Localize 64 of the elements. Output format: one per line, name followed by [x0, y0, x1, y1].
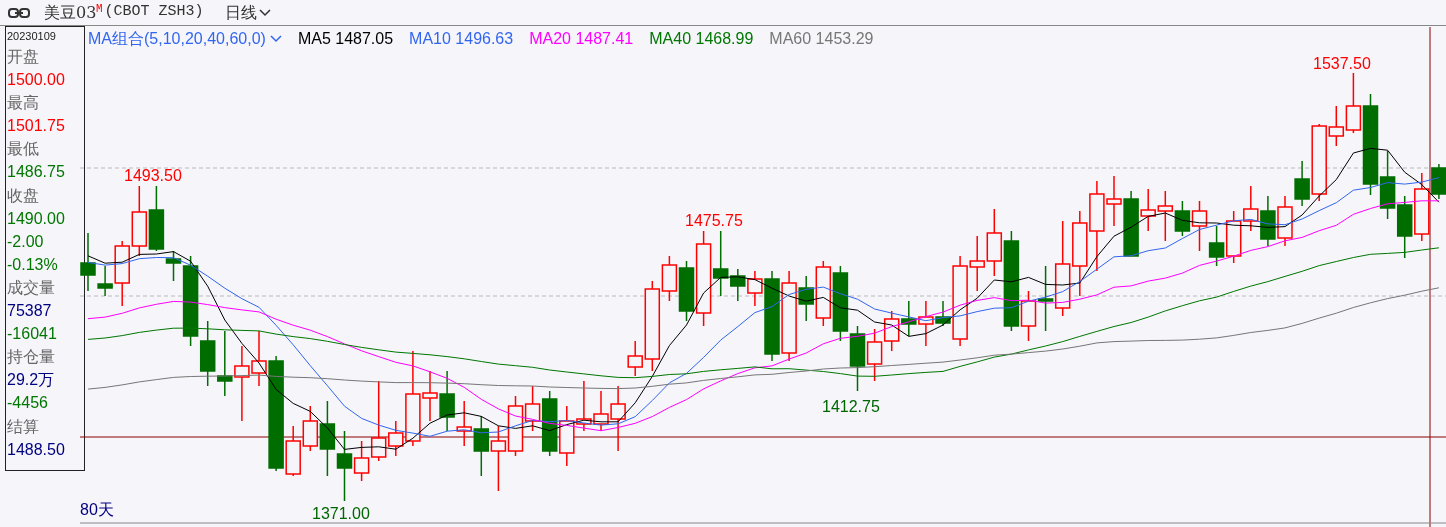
- ma-legend-text: MA5 1487.05: [297, 29, 394, 49]
- ma-legend-text: MA60 1453.29: [769, 29, 874, 49]
- candlestick: [490, 425, 507, 492]
- candlestick: [883, 310, 900, 352]
- candlestick: [1243, 185, 1259, 232]
- candlestick: [541, 390, 558, 457]
- candlestick: [815, 260, 832, 327]
- info-text: -2.00: [7, 231, 45, 252]
- info-text: -16041: [7, 324, 58, 345]
- link-icon[interactable]: [8, 7, 30, 18]
- ma-legend-text: MA10 1496.63: [409, 29, 514, 49]
- info-text: -0.13%: [7, 254, 59, 275]
- candlestick: [1191, 200, 1208, 252]
- info-text: 最低: [7, 139, 40, 160]
- candlestick: [524, 385, 541, 432]
- info-text: 1488.50: [7, 439, 66, 460]
- contract-code: (CBOT ZSH3): [104, 1, 204, 22]
- candlestick: [1396, 195, 1413, 259]
- price-label: 1371.00: [312, 504, 370, 524]
- candlestick: [1260, 195, 1276, 247]
- info-text: 1486.75: [7, 162, 66, 183]
- candlestick: [1174, 200, 1191, 237]
- candlestick: [1157, 190, 1174, 242]
- contract-superscript: M: [96, 1, 103, 14]
- candlestick: [849, 325, 866, 392]
- info-text: 75387: [7, 301, 53, 322]
- candlestick: [473, 415, 490, 477]
- candlestick: [439, 370, 455, 432]
- candlestick: [456, 400, 472, 447]
- candlestick: [559, 405, 575, 467]
- price-label: 1412.75: [822, 397, 880, 417]
- info-text: 持仓量: [7, 347, 56, 368]
- candlestick: [217, 330, 233, 397]
- info-text: 1501.75: [7, 116, 66, 137]
- candlestick: [199, 320, 216, 387]
- info-text: -4456: [7, 393, 49, 414]
- candlestick: [866, 328, 883, 382]
- info-text: 1500.00: [7, 70, 66, 91]
- candlestick: [901, 300, 917, 337]
- candlestick: [1208, 225, 1225, 267]
- price-label: 1475.75: [685, 211, 743, 231]
- info-text: 收盘: [7, 185, 40, 206]
- price-label: 1493.50: [124, 166, 182, 186]
- info-text: 1490.00: [7, 208, 66, 229]
- ma-legend-text: MA20 1487.41: [529, 29, 634, 49]
- period-dropdown[interactable]: 日线: [225, 0, 272, 25]
- chevron-down-icon: [259, 8, 272, 17]
- info-text: 开盘: [7, 47, 40, 67]
- chevron-down-icon: [269, 35, 282, 43]
- candlestick: [1225, 210, 1242, 264]
- ma-legend-text: MA40 1468.99: [649, 29, 754, 49]
- info-text: 最高: [7, 93, 40, 114]
- range-label: 80天: [80, 500, 114, 520]
- date-label: 20230109: [7, 29, 57, 44]
- info-text: 成交量: [7, 277, 56, 298]
- contract-name: 美豆03: [44, 1, 97, 24]
- info-text: 29.2万: [7, 370, 56, 391]
- candlestick: [507, 395, 524, 457]
- candlestick: [131, 185, 148, 257]
- candlestick: [576, 380, 592, 432]
- price-label: 1537.50: [1313, 54, 1371, 74]
- info-text: 结算: [7, 416, 40, 437]
- ma-group-dropdown[interactable]: MA组合(5,10,20,40,60,0): [88, 27, 282, 51]
- candlestick: [1277, 195, 1293, 247]
